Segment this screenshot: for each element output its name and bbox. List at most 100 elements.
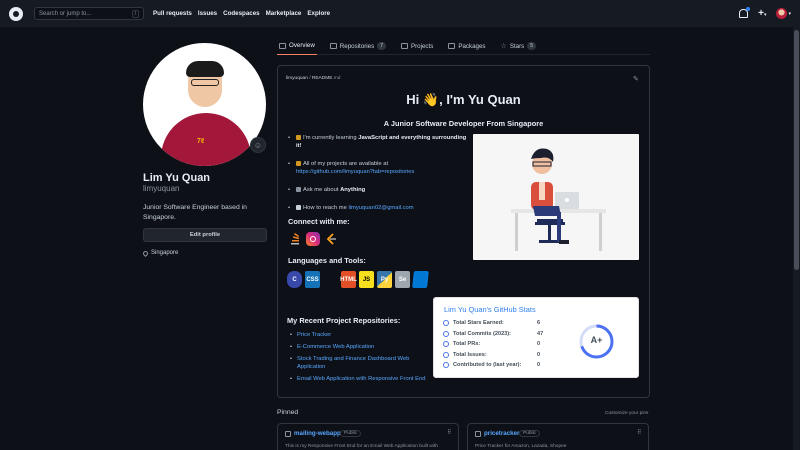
- connect-heading: Connect with me:: [288, 217, 350, 226]
- repo-icon: [475, 431, 481, 437]
- leetcode-icon[interactable]: [324, 232, 338, 246]
- avatar[interactable]: 7ℓ: [143, 43, 266, 166]
- python-icon[interactable]: Py: [377, 271, 392, 288]
- pinned-repo-name[interactable]: mailing-webapp: [294, 430, 341, 437]
- stat-label: Total Stars Earned:: [453, 320, 504, 326]
- edit-readme-pencil-icon[interactable]: ✎: [633, 75, 639, 83]
- avatar-hair: [186, 61, 224, 77]
- sql-icon[interactable]: [412, 271, 429, 288]
- repo-icon: [285, 431, 291, 437]
- rank-grade: A+: [590, 335, 603, 345]
- developer-illustration-svg: [511, 148, 606, 251]
- tab-projects[interactable]: Projects: [399, 38, 435, 55]
- tab-label: Packages: [458, 42, 486, 50]
- tab-repositories[interactable]: Repositories 7: [328, 38, 388, 55]
- css3-icon[interactable]: CSS: [305, 271, 320, 288]
- profile-avatar-wrap: 7ℓ: [143, 43, 268, 166]
- language-icons: C CSS HTML JS Py Se: [287, 271, 429, 288]
- stat-value: 0: [537, 352, 541, 358]
- edit-profile-button[interactable]: Edit profile: [143, 228, 267, 242]
- mail-emoji-icon: [296, 204, 301, 210]
- stat-row-stars: Total Stars Earned: 6: [443, 320, 540, 326]
- instagram-icon[interactable]: [306, 232, 320, 246]
- avatar-hoodie: [161, 113, 251, 166]
- profile-fullname: Lim Yu Quan: [143, 172, 211, 184]
- hoodie-logo: 7ℓ: [197, 138, 205, 145]
- package-icon: [448, 43, 456, 49]
- search-placeholder: Search or jump to...: [39, 10, 92, 17]
- nav-marketplace[interactable]: Marketplace: [266, 10, 302, 17]
- chevron-down-icon: ▾: [788, 10, 791, 17]
- tab-packages[interactable]: Packages: [446, 38, 487, 55]
- github-logo-icon[interactable]: [9, 6, 23, 21]
- visibility-badge: Public: [340, 430, 362, 437]
- stat-label: Contributed to (last year):: [453, 362, 522, 368]
- stat-value: 47: [537, 331, 544, 337]
- selenium-icon[interactable]: Se: [395, 271, 410, 288]
- stat-label: Total Commits (2023):: [453, 331, 512, 337]
- drag-handle-icon[interactable]: ⠿: [637, 429, 641, 436]
- list-item: Price Tracker: [290, 331, 430, 339]
- list-item: E-Commerce Web Application: [290, 343, 430, 351]
- repo-link-email-webapp[interactable]: Email Web Application with Responsive Fr…: [297, 376, 425, 382]
- profile-username: limyuquan: [143, 184, 180, 193]
- book-icon: [279, 42, 286, 49]
- avatar-mini: [776, 8, 788, 19]
- user-menu-button[interactable]: ▾: [776, 8, 791, 19]
- github-icon[interactable]: [323, 271, 338, 288]
- clock-icon: [443, 331, 449, 337]
- bullet-bold: Anything: [340, 187, 366, 193]
- nav-issues[interactable]: Issues: [198, 10, 217, 17]
- email-link[interactable]: limyuquan02@gmail.com: [348, 205, 413, 211]
- tab-label: Repositories: [339, 42, 375, 50]
- tab-counter: 5: [527, 42, 537, 50]
- stackoverflow-icon[interactable]: [288, 232, 302, 246]
- repo-link-stock-trading[interactable]: Stock Trading and Finance Dashboard Web …: [297, 356, 409, 370]
- html5-icon[interactable]: HTML: [340, 271, 357, 288]
- list-item: All of my projects are available at https…: [288, 160, 468, 176]
- stat-row-commits: Total Commits (2023): 47: [443, 331, 543, 337]
- notifications-icon[interactable]: [739, 7, 751, 18]
- pinned-heading: Pinned: [277, 409, 299, 416]
- table-icon: [400, 43, 408, 49]
- pinned-repo-name[interactable]: pricetracker: [484, 430, 519, 437]
- profile-bio: Junior Software Engineer based in Singap…: [143, 204, 247, 221]
- pinned-repo-desc: This is my Responsive Front End for an E…: [285, 444, 438, 449]
- javascript-icon[interactable]: JS: [359, 271, 374, 288]
- bullet-text: Ask me about: [303, 187, 341, 193]
- repo-link-price-tracker[interactable]: Price Tracker: [297, 332, 331, 338]
- page-scrollbar[interactable]: [793, 27, 800, 450]
- set-status-smiley-icon[interactable]: ☺: [250, 137, 266, 153]
- customize-pins-link[interactable]: Customize your pins: [605, 411, 648, 416]
- sprout-emoji-icon: [296, 134, 301, 140]
- header-actions: +▾ ▾: [739, 7, 791, 19]
- readme-path-file: README: [311, 76, 333, 81]
- readme-path-user[interactable]: limyuquan: [286, 76, 308, 81]
- stat-value: 6: [537, 320, 541, 326]
- nav-pull-requests[interactable]: Pull requests: [153, 10, 192, 17]
- repositories-link[interactable]: https://github.com/limyuquan?tab=reposit…: [296, 169, 414, 175]
- list-item: How to reach me limyuquan02@gmail.com: [288, 204, 468, 212]
- c-language-icon[interactable]: C: [287, 271, 302, 288]
- stat-label: Total PRs:: [453, 341, 481, 347]
- create-new-button[interactable]: +▾: [758, 8, 766, 19]
- stat-value: 0: [537, 362, 541, 368]
- readme-path: limyuquan / README.md: [286, 76, 340, 81]
- bullet-text: How to reach me: [303, 205, 349, 211]
- repo-link-ecommerce[interactable]: E-Commerce Web Application: [297, 344, 374, 350]
- readme-path-ext: .md: [332, 76, 341, 81]
- unread-dot: [746, 7, 751, 11]
- repo-icon: [443, 362, 449, 368]
- nav-explore[interactable]: Explore: [307, 10, 330, 17]
- search-input[interactable]: Search or jump to... /: [34, 7, 144, 20]
- tab-label: Overview: [289, 42, 315, 49]
- list-item: Email Web Application with Responsive Fr…: [290, 375, 430, 383]
- drag-handle-icon[interactable]: ⠿: [447, 429, 451, 436]
- list-item: I'm currently learning JavaScript and ev…: [288, 134, 468, 150]
- tab-overview[interactable]: Overview: [277, 38, 317, 55]
- nav-codespaces[interactable]: Codespaces: [223, 10, 259, 17]
- stat-row-prs: Total PRs: 0: [443, 341, 540, 347]
- location-pin-icon: [141, 249, 150, 257]
- tab-stars[interactable]: ☆ Stars 5: [499, 38, 539, 55]
- scrollbar-thumb[interactable]: [794, 30, 799, 270]
